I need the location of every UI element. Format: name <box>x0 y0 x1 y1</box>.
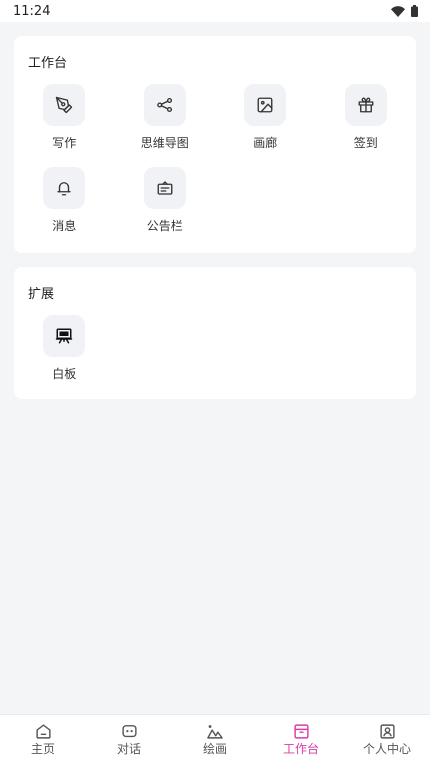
chat-icon <box>121 724 137 737</box>
status-time: 11:24 <box>13 3 51 19</box>
tile-writing[interactable]: 写作 <box>14 84 115 151</box>
tile-label: 白板 <box>52 367 77 381</box>
extension-card: 扩展 白板 <box>14 267 416 399</box>
tab-label: 主页 <box>30 741 55 756</box>
tile-gallery[interactable]: 画廊 <box>215 84 316 151</box>
bell-icon <box>43 167 86 209</box>
tab-label: 个人中心 <box>362 741 411 756</box>
tile-label: 画廊 <box>253 136 278 150</box>
extension-title: 扩展 <box>28 287 55 302</box>
battery-icon <box>411 5 418 17</box>
bottom-tab-bar: 主页 对话 绘画 工作台 个人中心 <box>0 714 430 764</box>
status-bar: 11:24 <box>0 0 430 22</box>
tab-label: 对话 <box>116 741 141 756</box>
tab-chat[interactable]: 对话 <box>86 715 172 764</box>
mindmap-icon <box>143 84 186 126</box>
tile-label: 写作 <box>52 136 77 150</box>
workbench-grid: 写作 思维导图 画廊 签到 消息 公告栏 <box>14 84 416 234</box>
painting-icon <box>207 724 223 739</box>
workbench-title: 工作台 <box>28 56 68 71</box>
user-profile-icon <box>379 723 395 739</box>
tile-mindmap[interactable]: 思维导图 <box>115 84 216 151</box>
tab-label: 绘画 <box>202 741 227 756</box>
tile-label: 公告栏 <box>146 219 183 233</box>
status-icons <box>391 5 418 17</box>
pen-nib-icon <box>43 84 86 126</box>
tile-notice-board[interactable]: 公告栏 <box>115 167 216 234</box>
gift-icon <box>344 84 387 126</box>
tab-profile[interactable]: 个人中心 <box>344 715 430 764</box>
tile-checkin[interactable]: 签到 <box>316 84 417 151</box>
extension-grid: 白板 <box>14 315 416 382</box>
tile-label: 消息 <box>52 219 77 233</box>
tab-workbench[interactable]: 工作台 <box>258 715 344 764</box>
wifi-icon <box>391 5 405 17</box>
home-icon <box>35 723 51 739</box>
notice-board-icon <box>143 167 186 209</box>
archive-box-icon <box>293 723 309 739</box>
tile-label: 签到 <box>353 136 378 150</box>
tab-home[interactable]: 主页 <box>0 715 86 764</box>
tab-painting[interactable]: 绘画 <box>172 715 258 764</box>
tile-label: 思维导图 <box>140 136 189 150</box>
workbench-card: 工作台 写作 思维导图 画廊 签到 消息 公告栏 <box>14 36 416 253</box>
tile-messages[interactable]: 消息 <box>14 167 115 234</box>
whiteboard-icon <box>43 315 86 357</box>
tile-whiteboard[interactable]: 白板 <box>14 315 115 382</box>
image-icon <box>244 84 287 126</box>
tab-label: 工作台 <box>282 741 319 756</box>
